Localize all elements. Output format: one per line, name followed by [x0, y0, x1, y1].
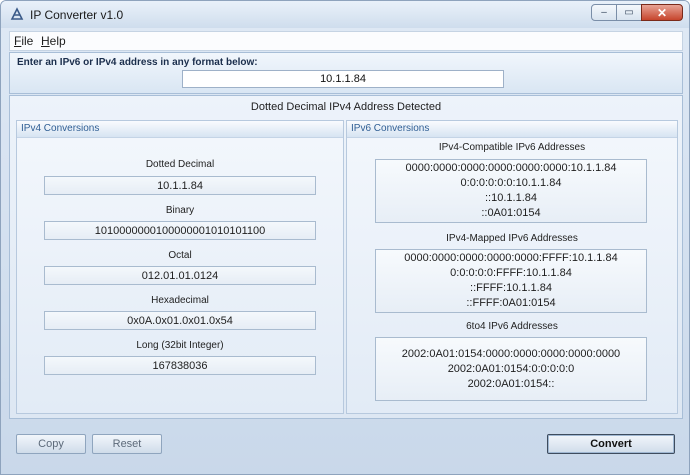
menu-help-accel: H [41, 34, 50, 48]
copy-button[interactable]: Copy [16, 434, 86, 454]
reset-button[interactable]: Reset [92, 434, 162, 454]
menu-file[interactable]: File [14, 34, 33, 48]
octal-label: Octal [168, 250, 192, 261]
compatible-address: ::0A01:0154 [481, 207, 541, 219]
sixtofour-address: 2002:0A01:0154:0000:0000:0000:0000:0000 [401, 347, 621, 360]
window-controls: – ▭ ✕ [591, 4, 683, 21]
sixtofour-address: 2002:0A01:0154:0:0:0:0:0 [447, 362, 575, 375]
binary-field[interactable]: 1010000000100000001010101100 [44, 221, 316, 240]
long-integer-field[interactable]: 167838036 [44, 356, 316, 375]
minimize-button[interactable]: – [591, 4, 617, 21]
window-title: IP Converter v1.0 [30, 8, 124, 22]
maximize-button[interactable]: ▭ [616, 4, 642, 21]
mapped-label: IPv4-Mapped IPv6 Addresses [446, 233, 578, 244]
mapped-address: ::FFFF:0A01:0154 [466, 297, 556, 309]
mapped-address: 0000:0000:0000:0000:0000:FFFF:10.1.1.84 [404, 252, 618, 264]
mapped-addresses-box[interactable]: 0000:0000:0000:0000:0000:FFFF:10.1.1.84 … [375, 249, 647, 313]
hexadecimal-label: Hexadecimal [151, 295, 209, 306]
ipv4-group-header: IPv4 Conversions [17, 121, 343, 138]
address-input-panel: Enter an IPv6 or IPv4 address in any for… [9, 52, 683, 94]
compatible-address: 0:0:0:0:0:0:10.1.1.84 [460, 177, 562, 189]
ipv4-conversions-group: IPv4 Conversions Dotted Decimal 10.1.1.8… [16, 120, 344, 414]
menu-file-rest: ile [21, 34, 34, 48]
sixtofour-label: 6to4 IPv6 Addresses [466, 321, 558, 332]
mapped-address: 0:0:0:0:0:FFFF:10.1.1.84 [450, 267, 572, 279]
compatible-address: ::10.1.1.84 [485, 192, 537, 204]
title-bar[interactable]: IP Converter v1.0 – ▭ ✕ [1, 1, 689, 28]
ipv6-group-header: IPv6 Conversions [347, 121, 677, 138]
compatible-addresses-box[interactable]: 0000:0000:0000:0000:0000:0000:10.1.1.84 … [375, 159, 647, 223]
detected-format-label: Dotted Decimal IPv4 Address Detected [250, 101, 442, 113]
compatible-label: IPv4-Compatible IPv6 Addresses [438, 142, 586, 153]
app-icon [10, 7, 24, 20]
address-prompt: Enter an IPv6 or IPv4 address in any for… [17, 57, 258, 68]
dotted-decimal-label: Dotted Decimal [145, 159, 215, 170]
octal-field[interactable]: 012.01.01.0124 [44, 266, 316, 285]
ipv6-group-title: IPv6 Conversions [351, 123, 430, 134]
sixtofour-addresses-box[interactable]: 2002:0A01:0154:0000:0000:0000:0000:0000 … [375, 337, 647, 401]
menu-bar: File Help [9, 31, 683, 51]
dotted-decimal-field[interactable]: 10.1.1.84 [44, 176, 316, 195]
convert-button[interactable]: Convert [547, 434, 675, 454]
conversions-panel: Dotted Decimal IPv4 Address Detected IPv… [9, 95, 683, 419]
app-window: IP Converter v1.0 – ▭ ✕ File Help Enter … [0, 0, 690, 475]
sixtofour-address: 2002:0A01:0154:: [467, 377, 555, 390]
address-input[interactable] [182, 70, 504, 88]
long-integer-label: Long (32bit Integer) [136, 340, 224, 351]
menu-help[interactable]: Help [41, 34, 66, 48]
mapped-address: ::FFFF:10.1.1.84 [470, 282, 552, 294]
ipv6-conversions-group: IPv6 Conversions IPv4-Compatible IPv6 Ad… [346, 120, 678, 414]
close-button[interactable]: ✕ [641, 4, 683, 21]
binary-label: Binary [165, 205, 195, 216]
hexadecimal-field[interactable]: 0x0A.0x01.0x01.0x54 [44, 311, 316, 330]
compatible-address: 0000:0000:0000:0000:0000:0000:10.1.1.84 [405, 162, 617, 174]
menu-help-rest: elp [49, 34, 66, 48]
ipv4-group-title: IPv4 Conversions [21, 123, 100, 134]
